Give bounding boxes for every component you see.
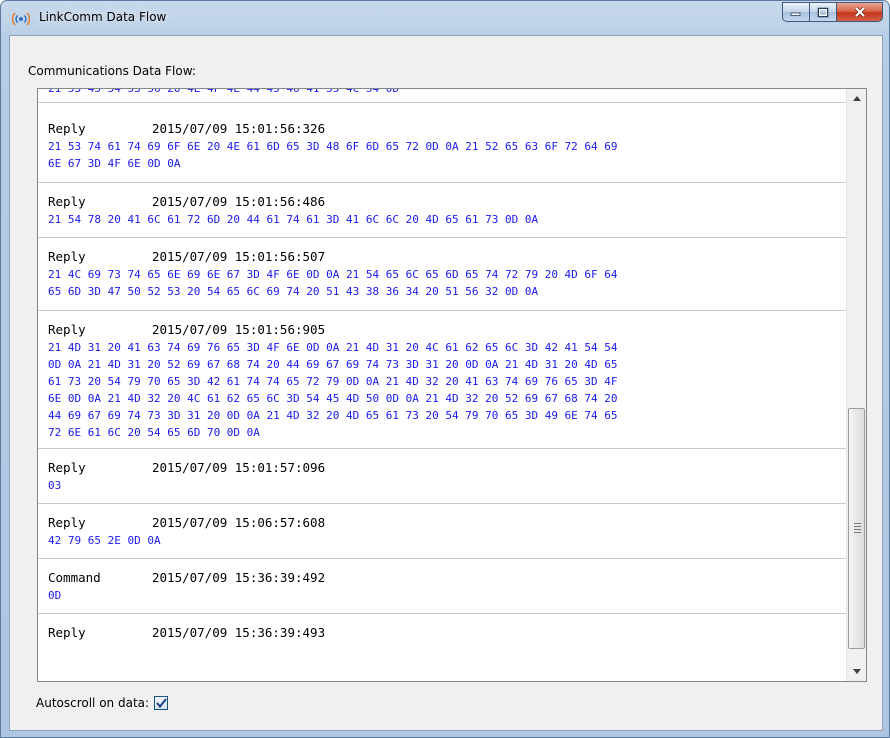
log-entry-kind: Reply xyxy=(48,194,86,209)
vertical-scrollbar[interactable] xyxy=(846,89,866,681)
data-flow-content: 21 53 45 54 53 56 20 4E 4F 4E 44 45 46 4… xyxy=(38,89,846,681)
scroll-up-button[interactable] xyxy=(847,90,866,107)
log-entry-data-line: 6E 0D 0A 21 4D 32 20 4C 61 62 65 6C 3D 5… xyxy=(48,392,618,405)
maximize-icon xyxy=(817,7,829,17)
log-entry-kind: Reply xyxy=(48,625,86,640)
autoscroll-label: Autoscroll on data: xyxy=(36,696,150,710)
log-entry-kind: Reply xyxy=(48,322,86,337)
minimize-icon xyxy=(790,12,801,16)
log-entry: Reply 2015/07/09 15:01:56:905 21 4D 31 20… xyxy=(38,311,846,449)
log-entry: Reply 2015/07/09 15:06:57:608 42 79 65 2E… xyxy=(38,504,846,559)
window-title: LinkComm Data Flow xyxy=(39,10,167,24)
maximize-button[interactable] xyxy=(810,2,837,22)
scrollbar-thumb[interactable] xyxy=(848,408,865,649)
arrow-down-icon xyxy=(853,669,861,674)
antenna-icon xyxy=(11,10,31,28)
autoscroll-row: Autoscroll on data: xyxy=(36,696,169,710)
log-entry-kind: Reply xyxy=(48,515,86,530)
log-entry-timestamp: 2015/07/09 15:36:39:492 xyxy=(152,570,326,585)
log-entry-data-line: 65 6D 3D 47 50 52 53 20 54 65 6C 69 74 2… xyxy=(48,285,539,298)
close-icon xyxy=(854,6,865,18)
log-entry-data-line: 0D xyxy=(48,589,62,602)
log-entry-partial: 21 53 45 54 53 56 20 4E 4F 4E 44 45 46 4… xyxy=(38,89,846,103)
log-entry-data-line: 72 6E 61 6C 20 54 65 6D 70 0D 0A xyxy=(48,426,260,439)
grip-icon xyxy=(854,523,861,535)
log-entry-data-line: 03 xyxy=(48,479,62,492)
log-entry-timestamp: 2015/07/09 15:01:56:326 xyxy=(152,121,326,136)
log-entry-timestamp: 2015/07/09 15:01:56:486 xyxy=(152,194,326,209)
log-entry: Reply 2015/07/09 15:01:56:486 21 54 78 20… xyxy=(38,183,846,238)
log-entry-kind: Reply xyxy=(48,460,86,475)
log-entry-data: 21 53 45 54 53 56 20 4E 4F 4E 44 45 46 4… xyxy=(48,89,846,97)
log-entry-data-line: 6E 67 3D 4F 6E 0D 0A xyxy=(48,157,181,170)
log-entry-kind: Reply xyxy=(48,249,86,264)
log-entry-timestamp: 2015/07/09 15:01:56:507 xyxy=(152,249,326,264)
close-button[interactable] xyxy=(837,2,883,22)
log-entry: Command 2015/07/09 15:36:39:492 0D xyxy=(38,559,846,614)
minimize-button[interactable] xyxy=(782,2,810,22)
data-flow-list[interactable]: 21 53 45 54 53 56 20 4E 4F 4E 44 45 46 4… xyxy=(37,88,867,682)
log-entry-data-line: 21 4C 69 73 74 65 6E 69 6E 67 3D 4F 6E 0… xyxy=(48,268,618,281)
scroll-down-button[interactable] xyxy=(847,663,866,680)
data-flow-label: Communications Data Flow: xyxy=(28,64,196,78)
log-entry-timestamp: 2015/07/09 15:01:57:096 xyxy=(152,460,326,475)
window-controls xyxy=(782,2,883,22)
log-entry-kind: Command xyxy=(48,570,101,585)
autoscroll-checkbox[interactable] xyxy=(154,696,169,710)
log-entry-data-line: 0D 0A 21 4D 31 20 52 69 67 68 74 20 44 6… xyxy=(48,358,618,371)
log-entry-kind: Reply xyxy=(48,121,86,136)
log-entry-timestamp: 2015/07/09 15:06:57:608 xyxy=(152,515,326,530)
log-entry-data-line: 44 69 67 69 74 73 3D 31 20 0D 0A 21 4D 3… xyxy=(48,409,618,422)
log-entry: Reply 2015/07/09 15:01:56:326 21 53 74 61… xyxy=(38,103,846,183)
arrow-up-icon xyxy=(853,96,861,101)
log-entry: Reply 2015/07/09 15:01:56:507 21 4C 69 73… xyxy=(38,238,846,311)
log-entry-data-line: 21 54 78 20 41 6C 61 72 6D 20 44 61 74 6… xyxy=(48,213,539,226)
log-entry-data-line: 61 73 20 54 79 70 65 3D 42 61 74 74 65 7… xyxy=(48,375,618,388)
checkmark-icon xyxy=(155,698,167,708)
log-entry-data-line: 21 4D 31 20 41 63 74 69 76 65 3D 4F 6E 0… xyxy=(48,341,618,354)
log-entry: Reply 2015/07/09 15:36:39:493 xyxy=(38,614,846,642)
log-entry-timestamp: 2015/07/09 15:36:39:493 xyxy=(152,625,326,640)
log-entry-data-line: 42 79 65 2E 0D 0A xyxy=(48,534,161,547)
log-entry-timestamp: 2015/07/09 15:01:56:905 xyxy=(152,322,326,337)
log-entry-data-line: 21 53 74 61 74 69 6F 6E 20 4E 61 6D 65 3… xyxy=(48,140,618,153)
log-entry: Reply 2015/07/09 15:01:57:096 03 xyxy=(38,449,846,504)
title-bar[interactable]: LinkComm Data Flow xyxy=(1,1,889,35)
